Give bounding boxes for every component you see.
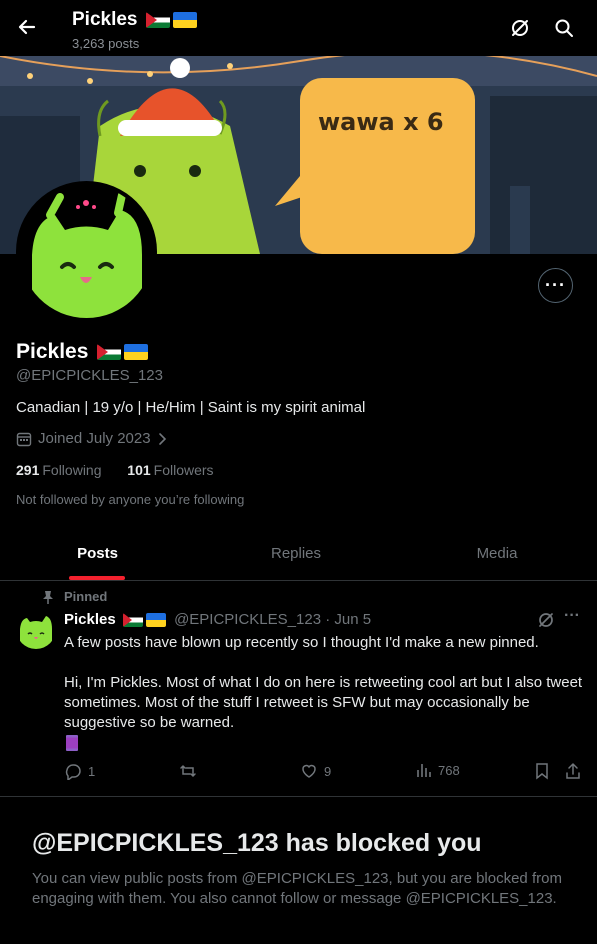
section-divider xyxy=(0,796,597,797)
tab-posts[interactable]: Posts xyxy=(0,527,195,580)
profile-avatar[interactable] xyxy=(16,181,157,322)
grok-icon[interactable] xyxy=(536,610,556,632)
tab-replies[interactable]: Replies xyxy=(195,527,397,580)
calendar-icon xyxy=(16,432,32,446)
following-link[interactable]: 291 Following xyxy=(16,462,102,478)
pinned-label: Pinned xyxy=(64,589,108,604)
share-button[interactable] xyxy=(564,762,582,780)
followers-count: 101 xyxy=(127,462,151,478)
following-label: Following xyxy=(42,462,102,478)
not-followed-text: Not followed by anyone you’re following xyxy=(16,492,245,507)
profile-bio: Canadian | 19 y/o | He/Him | Saint is my… xyxy=(16,399,366,416)
like-count: 9 xyxy=(324,763,332,779)
followers-link[interactable]: 101 Followers xyxy=(127,462,213,478)
grok-icon[interactable] xyxy=(508,16,532,40)
blocked-title: @EPICPICKLES_123 has blocked you xyxy=(32,829,482,857)
search-icon[interactable] xyxy=(552,16,576,40)
back-arrow-icon[interactable] xyxy=(12,12,42,42)
profile-name-text: Pickles xyxy=(16,340,89,363)
views-icon xyxy=(417,764,431,777)
share-icon xyxy=(566,762,580,779)
joined-date[interactable]: Joined July 2023 xyxy=(16,430,175,447)
header-title: Pickles xyxy=(72,9,197,31)
repost-button[interactable] xyxy=(179,762,203,780)
blocked-text: You can view public posts from @EPICPICK… xyxy=(32,870,562,907)
post-count: 3,263 posts xyxy=(72,36,140,51)
follow-stats: 291 Following 101 Followers xyxy=(16,462,214,478)
pinned-indicator: Pinned xyxy=(42,589,107,604)
palestine-flag-icon xyxy=(145,11,170,28)
post-avatar[interactable] xyxy=(16,609,56,649)
top-bar: Pickles 3,263 posts xyxy=(0,0,597,56)
view-count: 768 xyxy=(438,762,460,778)
profile-tabs: Posts Replies Media xyxy=(0,527,597,581)
post-line-1: A few posts have blown up recently so I … xyxy=(64,634,539,651)
profile-handle: @EPICPICKLES_123 xyxy=(16,367,163,384)
post-handle-date[interactable]: @EPICPICKLES_123 · Jun 5 xyxy=(174,611,371,628)
palestine-flag-icon xyxy=(97,344,122,361)
banner-speech-text: wawa x 6 xyxy=(318,108,444,136)
post-header: Pickles @EPICPICKLES_123 · Jun 5 xyxy=(64,611,371,628)
reply-button[interactable]: 1 xyxy=(64,762,95,780)
avatar-image xyxy=(20,185,153,318)
tab-media[interactable]: Media xyxy=(397,527,597,580)
repost-icon xyxy=(180,764,196,778)
palestine-flag-icon xyxy=(122,613,143,628)
joined-text: Joined July 2023 xyxy=(38,430,151,447)
pin-icon xyxy=(43,590,53,604)
bookmark-icon xyxy=(536,763,548,780)
post-actions: 1 9 768 xyxy=(64,762,584,784)
views-button[interactable]: 768 xyxy=(416,762,460,778)
post-author[interactable]: Pickles xyxy=(64,611,116,628)
post-line-2: Hi, I'm Pickles. Most of what I do on he… xyxy=(64,674,583,731)
header-name: Pickles xyxy=(72,9,138,30)
like-button[interactable]: 9 xyxy=(300,762,331,780)
post-more-icon[interactable]: ··· xyxy=(564,607,580,629)
reply-count: 1 xyxy=(88,763,96,779)
profile-more-button[interactable]: ··· xyxy=(538,268,573,303)
bookmark-button[interactable] xyxy=(534,762,550,780)
followers-label: Followers xyxy=(153,462,214,478)
post-text: A few posts have blown up recently so I … xyxy=(64,633,584,757)
profile-name: Pickles xyxy=(16,340,149,364)
ukraine-flag-icon xyxy=(145,613,166,628)
ukraine-flag-icon xyxy=(124,344,149,361)
ukraine-flag-icon xyxy=(172,11,197,28)
reply-icon xyxy=(65,764,81,780)
like-icon xyxy=(302,764,316,778)
thread-spool-icon xyxy=(66,735,78,751)
chevron-right-icon xyxy=(158,432,166,445)
following-count: 291 xyxy=(16,462,40,478)
